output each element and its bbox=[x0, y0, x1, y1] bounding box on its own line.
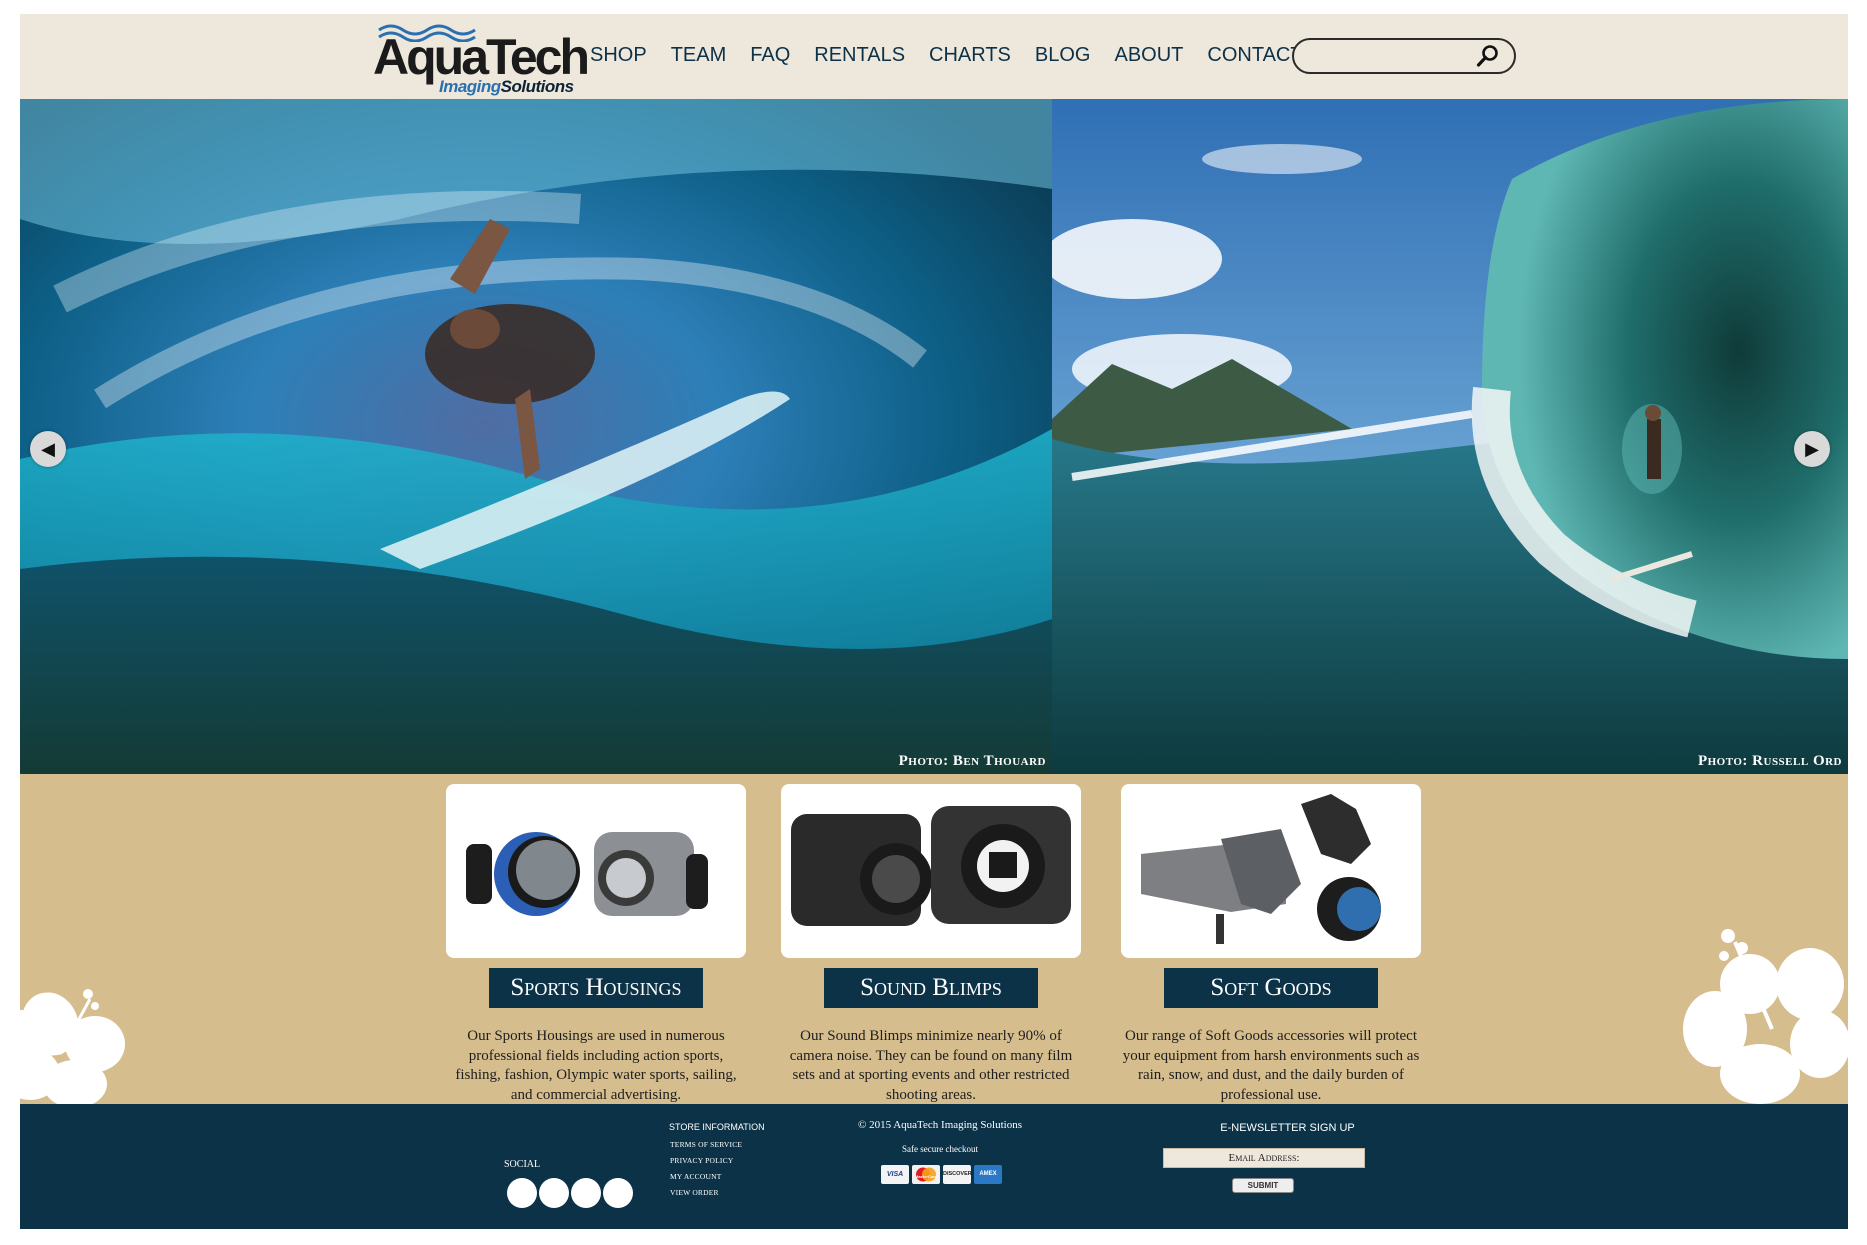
sound-blimps-image[interactable] bbox=[781, 784, 1081, 958]
sound-blimps-button[interactable]: Sound Blimps bbox=[824, 968, 1038, 1008]
store-info-title: STORE INFORMATION bbox=[669, 1122, 765, 1132]
photo-credit-left: Photo: Ben Thouard bbox=[898, 753, 1046, 769]
logo-subtitle: ImagingSolutions bbox=[439, 78, 574, 95]
view-order-link[interactable]: VIEW ORDER bbox=[670, 1188, 719, 1197]
hero-photo-underwater-surfer bbox=[20, 99, 1052, 774]
chevron-left-icon: ◀ bbox=[41, 439, 55, 459]
logo-subtitle-solutions: Solutions bbox=[500, 77, 574, 96]
social-icon[interactable] bbox=[539, 1178, 569, 1208]
main-nav: SHOP TEAM FAQ RENTALS CHARTS BLOG ABOUT … bbox=[590, 44, 1327, 67]
mastercard-icon: MasterCard bbox=[912, 1165, 940, 1184]
logo-subtitle-imaging: Imaging bbox=[439, 77, 501, 96]
prev-slide-button[interactable]: ◀ bbox=[30, 431, 66, 467]
nav-blog[interactable]: BLOG bbox=[1035, 44, 1091, 67]
soft-goods-image[interactable] bbox=[1121, 784, 1421, 958]
logo-wordmark: AquaTech bbox=[373, 29, 590, 85]
site-header: AquaTech ImagingSolutions SHOP TEAM FAQ … bbox=[20, 14, 1848, 99]
soft-goods-button[interactable]: Soft Goods bbox=[1164, 968, 1378, 1008]
hero-slide-right: Photo: Russell Ord ▶ bbox=[1052, 99, 1848, 774]
privacy-link[interactable]: PRIVACY POLICY bbox=[670, 1156, 733, 1165]
nav-about[interactable]: ABOUT bbox=[1114, 44, 1183, 67]
discover-card-icon: DISCOVER bbox=[943, 1165, 972, 1184]
nav-faq[interactable]: FAQ bbox=[750, 44, 790, 67]
chevron-right-icon: ▶ bbox=[1805, 439, 1819, 459]
soft-goods-photo bbox=[1141, 794, 1381, 944]
visa-card-icon: VISA bbox=[881, 1165, 909, 1184]
category-band: Sports Housings Our Sports Housings are … bbox=[20, 774, 1848, 1104]
site-footer: SOCIAL STORE INFORMATION TERMS OF SERVIC… bbox=[20, 1104, 1848, 1229]
sports-housings-button[interactable]: Sports Housings bbox=[489, 968, 703, 1008]
social-icon[interactable] bbox=[603, 1178, 633, 1208]
secure-checkout-text: Safe secure checkout bbox=[902, 1144, 978, 1154]
hero-slide-left: Photo: Ben Thouard ◀ bbox=[20, 99, 1052, 774]
social-icon[interactable] bbox=[571, 1178, 601, 1208]
page-frame: AquaTech ImagingSolutions SHOP TEAM FAQ … bbox=[20, 14, 1848, 1229]
photo-credit-right: Photo: Russell Ord bbox=[1697, 753, 1842, 769]
newsletter-email-input[interactable] bbox=[1163, 1148, 1365, 1168]
next-slide-button[interactable]: ▶ bbox=[1794, 431, 1830, 467]
sports-housings-photo bbox=[466, 832, 708, 916]
terms-link[interactable]: TERMS OF SERVICE bbox=[670, 1140, 742, 1149]
mastercard-text: MasterCard bbox=[914, 1174, 937, 1179]
search-input[interactable] bbox=[1308, 44, 1472, 68]
hero-photo-barrel-surfer bbox=[1052, 99, 1848, 774]
soft-goods-description: Our range of Soft Goods accessories will… bbox=[1122, 1028, 1420, 1103]
nav-rentals[interactable]: RENTALS bbox=[814, 44, 905, 67]
nav-team[interactable]: TEAM bbox=[671, 44, 727, 67]
nav-shop[interactable]: SHOP bbox=[590, 44, 647, 67]
social-icon[interactable] bbox=[507, 1178, 537, 1208]
social-label: SOCIAL bbox=[504, 1159, 541, 1170]
newsletter-submit-button[interactable]: SUBMIT bbox=[1232, 1178, 1294, 1193]
hibiscus-flower-icon bbox=[20, 989, 125, 1104]
search-box bbox=[1292, 38, 1516, 74]
nav-charts[interactable]: CHARTS bbox=[929, 44, 1011, 67]
nav-contact[interactable]: CONTACT bbox=[1207, 44, 1302, 67]
amex-card-icon: AMEX bbox=[974, 1165, 1002, 1184]
logo[interactable]: AquaTech ImagingSolutions bbox=[355, 20, 590, 96]
my-account-link[interactable]: MY ACCOUNT bbox=[670, 1172, 722, 1181]
sound-blimps-description: Our Sound Blimps minimize nearly 90% of … bbox=[789, 1028, 1073, 1103]
newsletter-title: E-NEWSLETTER SIGN UP bbox=[1220, 1122, 1355, 1134]
sports-housings-description: Our Sports Housings are used in numerous… bbox=[455, 1028, 737, 1103]
sound-blimps-photo bbox=[791, 806, 1071, 926]
copyright: © 2015 AquaTech Imaging Solutions bbox=[857, 1119, 1023, 1131]
hibiscus-flower-icon bbox=[1683, 929, 1848, 1104]
sports-housings-image[interactable] bbox=[446, 784, 746, 958]
search-icon[interactable] bbox=[1476, 44, 1500, 68]
